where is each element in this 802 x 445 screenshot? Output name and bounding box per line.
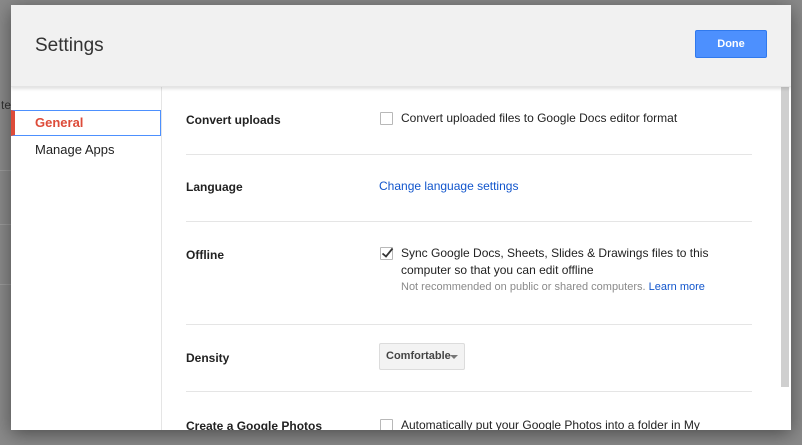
density-selected-value: Comfortable	[386, 350, 451, 362]
setting-label: Offline	[186, 248, 224, 262]
setting-row-offline: Offline Sync Google Docs, Sheets, Slides…	[186, 221, 752, 325]
offline-sync-checkbox[interactable]	[380, 247, 394, 260]
google-photos-checkbox[interactable]	[380, 419, 393, 430]
scrollbar-track[interactable]	[778, 87, 791, 430]
setting-control: Automatically put your Google Photos int…	[380, 417, 752, 430]
setting-label: Language	[186, 180, 243, 194]
learn-more-link[interactable]: Learn more	[649, 281, 705, 293]
setting-row-density: Density Comfortable	[186, 324, 752, 392]
sidebar-item-general[interactable]: General	[11, 110, 161, 136]
checkbox-label[interactable]: Convert uploaded files to Google Docs ed…	[401, 110, 752, 127]
setting-label: Create a Google Photos	[186, 419, 323, 430]
hint-text: Not recommended on public or shared comp…	[401, 281, 646, 293]
setting-row-language: Language Change language settings	[186, 154, 752, 222]
density-dropdown[interactable]: Comfortable	[379, 343, 465, 370]
setting-control: Sync Google Docs, Sheets, Slides & Drawi…	[380, 245, 752, 295]
setting-row-google-photos: Create a Google Photos Automatically put…	[186, 391, 752, 430]
dialog-title: Settings	[35, 35, 104, 56]
change-language-link[interactable]: Change language settings	[379, 179, 518, 193]
checkbox-label[interactable]: Automatically put your Google Photos int…	[401, 417, 752, 430]
setting-row-convert-uploads: Convert uploads Convert uploaded files t…	[186, 87, 752, 155]
dialog-header: Settings Done	[11, 5, 791, 87]
settings-sidebar: General Manage Apps	[11, 87, 162, 430]
sidebar-item-manage-apps[interactable]: Manage Apps	[11, 138, 161, 164]
setting-label: Convert uploads	[186, 113, 281, 127]
settings-content: Convert uploads Convert uploaded files t…	[162, 87, 778, 430]
scrollbar-thumb[interactable]	[781, 87, 789, 387]
settings-dialog: Settings Done General Manage Apps Conver…	[11, 5, 791, 430]
chevron-down-icon	[450, 355, 458, 359]
setting-control: Change language settings	[379, 178, 751, 195]
offline-hint: Not recommended on public or shared comp…	[401, 280, 752, 295]
setting-control: Convert uploaded files to Google Docs ed…	[380, 110, 752, 127]
done-button[interactable]: Done	[695, 30, 767, 58]
checkmark-icon	[381, 247, 394, 258]
convert-uploads-checkbox[interactable]	[380, 112, 393, 125]
setting-label: Density	[186, 351, 230, 365]
background-text-fragment: te	[0, 99, 11, 111]
checkbox-label[interactable]: Sync Google Docs, Sheets, Slides & Drawi…	[401, 245, 752, 279]
